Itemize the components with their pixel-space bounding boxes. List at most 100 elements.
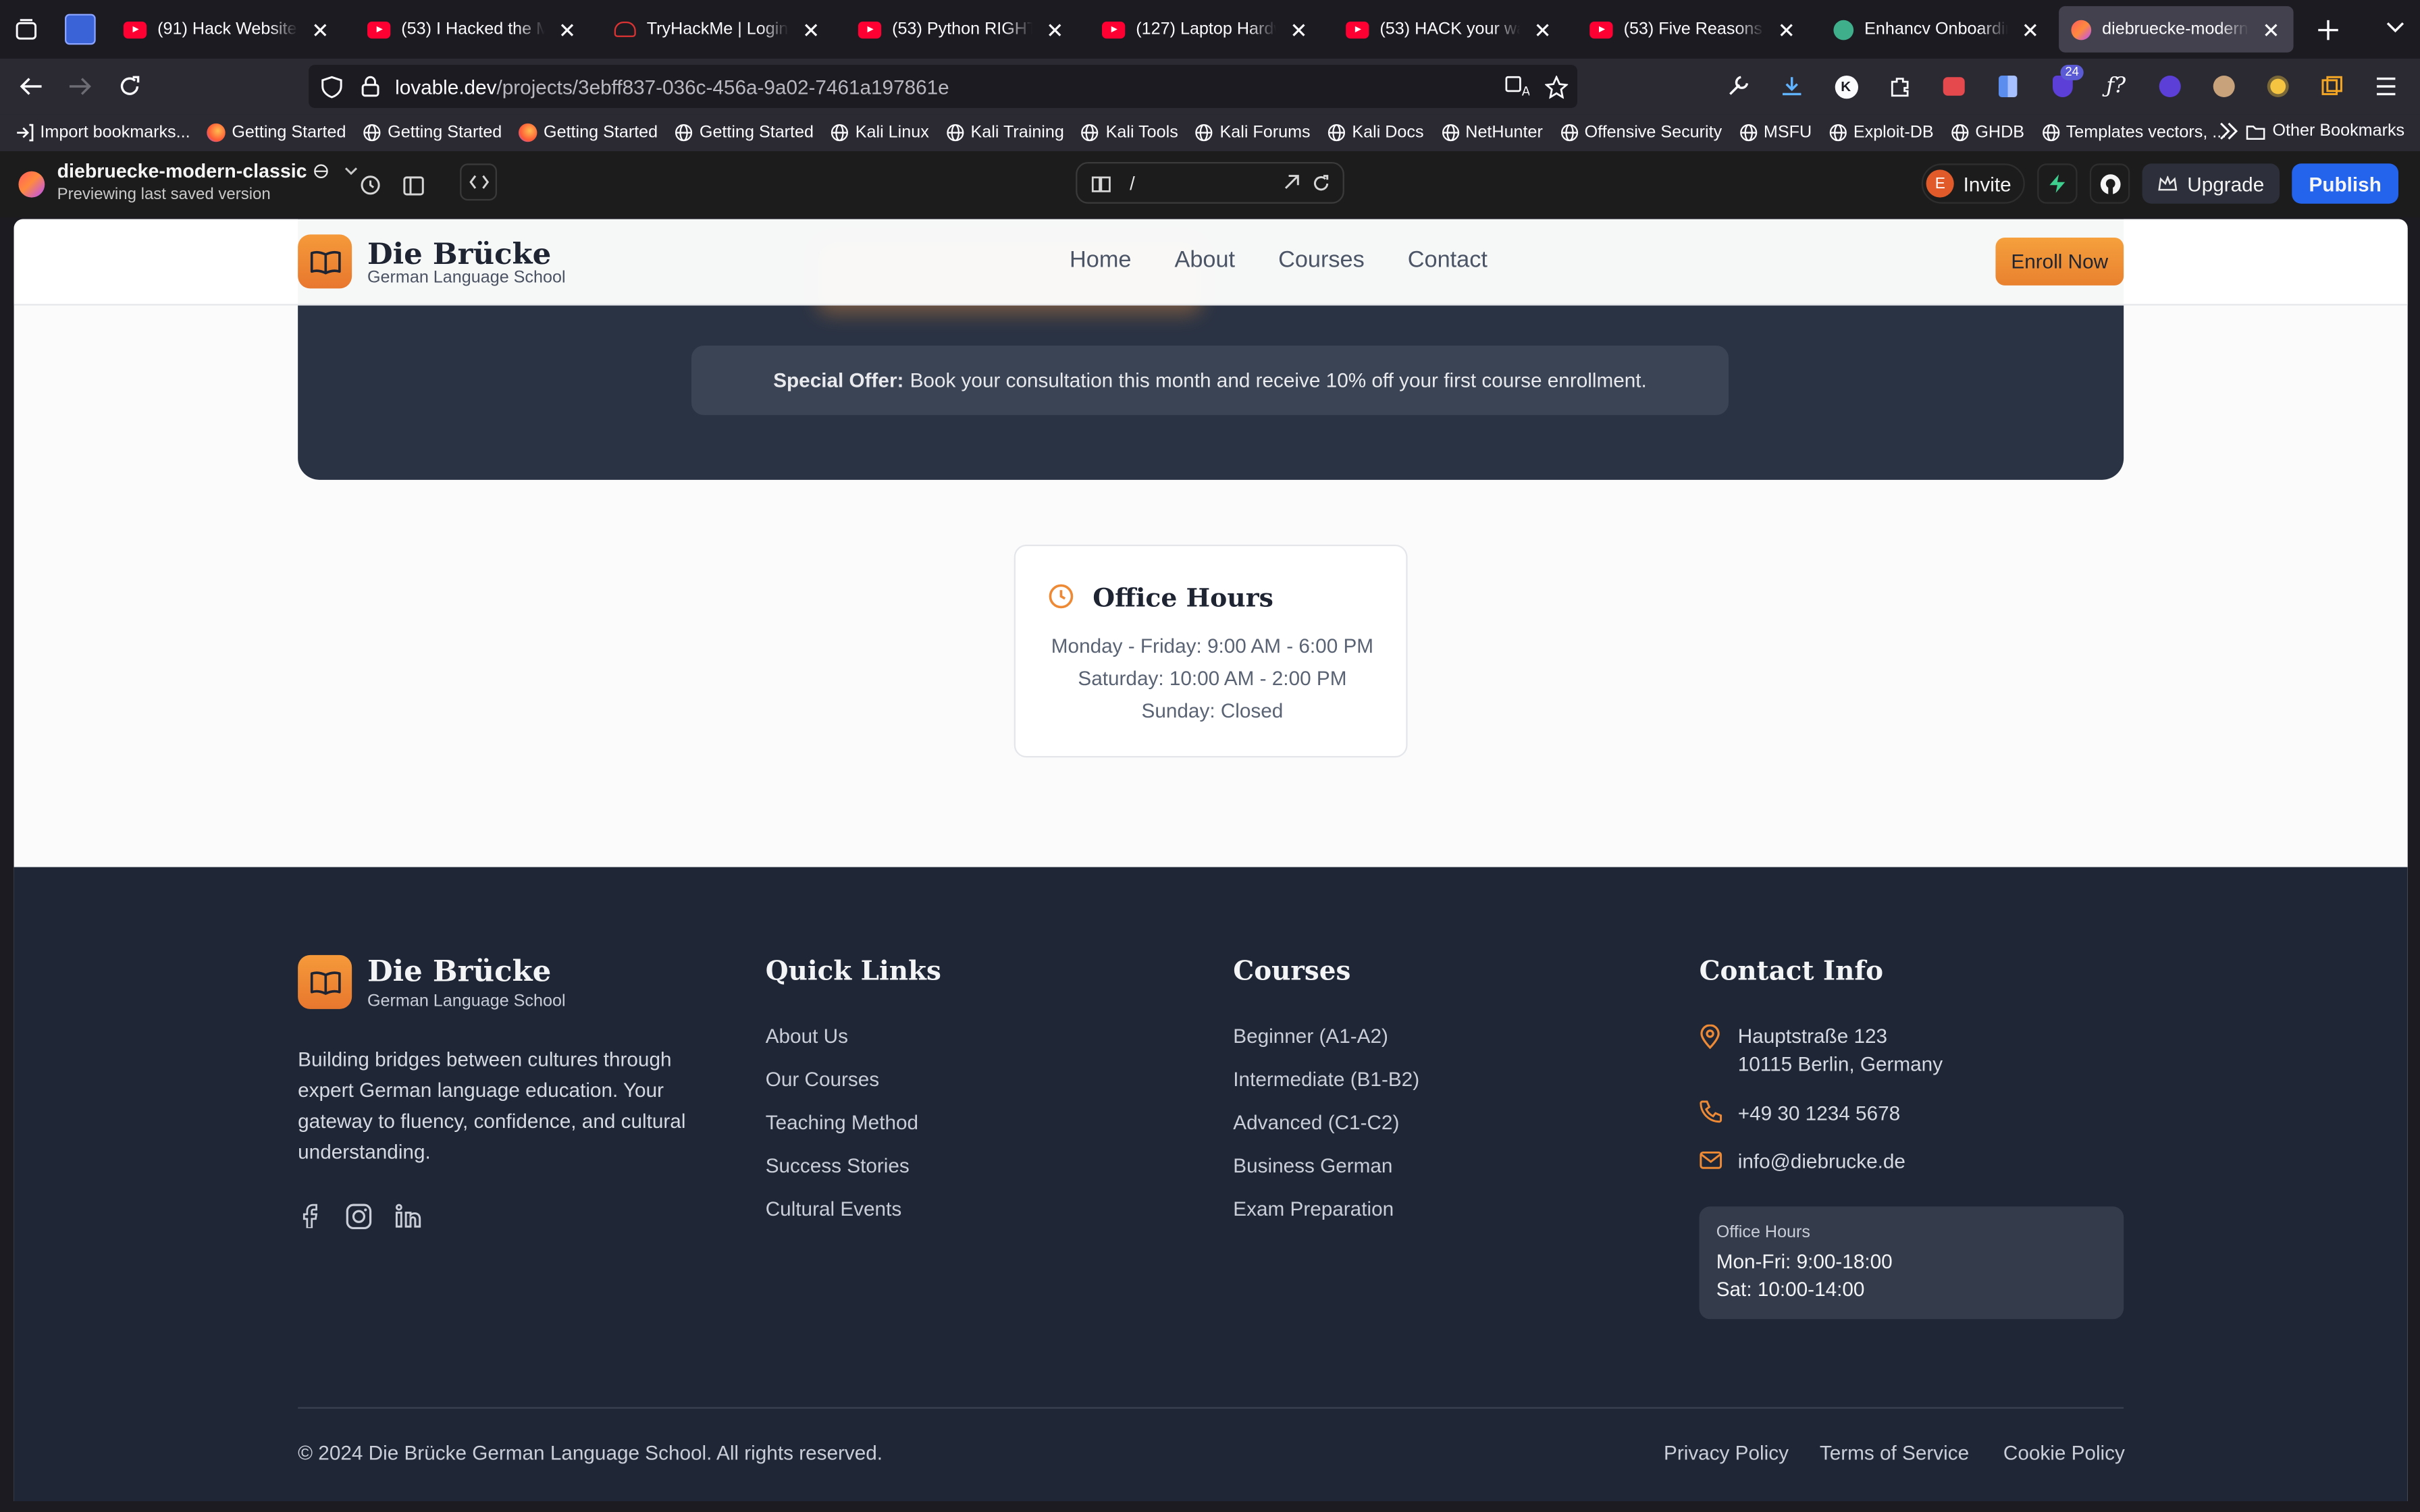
privacy-policy-link[interactable]: Privacy Policy — [1664, 1441, 1789, 1464]
supabase-button[interactable] — [2037, 163, 2078, 204]
close-icon[interactable] — [1531, 18, 1552, 40]
linkedin-icon[interactable] — [392, 1200, 423, 1231]
footer-course-beginner[interactable]: Beginner (A1-A2) — [1233, 1025, 1388, 1048]
forward-arrow-icon[interactable] — [55, 61, 105, 111]
footer-link-cultural-events[interactable]: Cultural Events — [766, 1197, 902, 1220]
owl-extension-icon[interactable] — [2199, 65, 2248, 108]
bookmark-offensive-security[interactable]: Offensive Security — [1560, 124, 1722, 142]
footer-link-our-courses[interactable]: Our Courses — [766, 1068, 879, 1091]
footer-course-intermediate[interactable]: Intermediate (B1-B2) — [1233, 1068, 1419, 1091]
nav-courses[interactable]: Courses — [1278, 247, 1365, 273]
footer-link-teaching-method[interactable]: Teaching Method — [766, 1111, 918, 1134]
terms-of-service-link[interactable]: Terms of Service — [1820, 1441, 1969, 1464]
footer-course-exam-prep[interactable]: Exam Preparation — [1233, 1197, 1394, 1220]
puzzle-extension-icon[interactable] — [1875, 65, 1924, 108]
close-icon[interactable] — [799, 18, 821, 40]
nav-about[interactable]: About — [1174, 247, 1235, 273]
wrench-icon[interactable] — [1713, 65, 1762, 108]
pinned-tab-icon[interactable] — [65, 14, 96, 45]
book-extension-icon[interactable] — [1983, 65, 2032, 108]
bookmark-kali-tools[interactable]: Kali Tools — [1081, 124, 1178, 142]
shield-icon[interactable] — [321, 75, 342, 98]
footer-phone[interactable]: +49 30 1234 5678 — [1738, 1100, 1900, 1128]
download-manager-icon[interactable] — [2145, 65, 2194, 108]
tab-lovable-active[interactable]: diebruecke-modern-classic — [2059, 6, 2294, 53]
tab-youtube-laptop[interactable]: (127) Laptop Hardware — [1090, 6, 1321, 53]
hamburger-menu-icon[interactable] — [2361, 65, 2411, 108]
bookmark-kali-training[interactable]: Kali Training — [946, 124, 1064, 142]
bookmark-msfu[interactable]: MSFU — [1739, 124, 1812, 142]
footer-email[interactable]: info@diebrucke.de — [1738, 1148, 1905, 1176]
lock-icon[interactable] — [361, 76, 379, 97]
footer-link-success-stories[interactable]: Success Stories — [766, 1154, 910, 1177]
footer-link-about-us[interactable]: About Us — [766, 1025, 848, 1048]
close-icon[interactable] — [2019, 18, 2041, 40]
bookmark-kali-forums[interactable]: Kali Forums — [1195, 124, 1311, 142]
tab-youtube-python[interactable]: (53) Python RIGHT NOW — [846, 6, 1078, 53]
tab-enhancv[interactable]: Enhancv Onboarding — [1821, 6, 2053, 53]
bookmark-getting-started-1[interactable]: Getting Started — [207, 123, 346, 142]
enroll-now-button[interactable]: Enroll Now — [1995, 238, 2124, 286]
close-icon[interactable] — [556, 18, 577, 40]
brand-name[interactable]: Die Brücke — [367, 238, 551, 271]
shield-extension-icon[interactable]: 24 — [2037, 65, 2086, 108]
external-link-icon[interactable] — [1282, 174, 1299, 191]
bookmark-getting-started-3[interactable]: Getting Started — [519, 123, 658, 142]
tab-list-icon[interactable] — [0, 0, 53, 59]
window-extension-icon[interactable] — [2307, 65, 2357, 108]
bookmark-exploit-db[interactable]: Exploit-DB — [1829, 124, 1934, 142]
function-extension-icon[interactable]: ƒ? — [2091, 65, 2140, 108]
url-bar[interactable]: lovable.dev/projects/3ebff837-036c-456a-… — [309, 65, 1578, 108]
bookmark-nethunter[interactable]: NetHunter — [1441, 124, 1543, 142]
camera-extension-icon[interactable] — [1929, 65, 1978, 108]
close-icon[interactable] — [2259, 18, 2281, 40]
facebook-icon[interactable] — [295, 1200, 326, 1231]
reload-icon[interactable] — [105, 61, 154, 111]
invite-button[interactable]: E Invite — [1921, 163, 2026, 204]
bookmark-getting-started-4[interactable]: Getting Started — [675, 124, 814, 142]
reload-icon[interactable] — [1312, 173, 1330, 192]
k-extension-icon[interactable]: K — [1821, 65, 1870, 108]
close-icon[interactable] — [1287, 18, 1309, 40]
close-icon[interactable] — [1775, 18, 1797, 40]
sun-icon[interactable] — [2253, 65, 2303, 108]
cookie-policy-link[interactable]: Cookie Policy — [2003, 1441, 2125, 1464]
bookmark-ghdb[interactable]: GHDB — [1951, 124, 2024, 142]
footer-course-business[interactable]: Business German — [1233, 1154, 1392, 1177]
nav-home[interactable]: Home — [1070, 247, 1131, 273]
translate-icon[interactable]: A — [1505, 75, 1529, 98]
bookmark-templates-vectors[interactable]: Templates vectors, ... — [2041, 124, 2226, 142]
publish-button[interactable]: Publish — [2292, 163, 2399, 204]
history-icon[interactable] — [353, 168, 387, 202]
bookmark-kali-docs[interactable]: Kali Docs — [1327, 124, 1424, 142]
other-bookmarks[interactable]: Other Bookmarks — [2246, 122, 2404, 140]
nav-contact[interactable]: Contact — [1408, 247, 1488, 273]
chevron-down-icon[interactable] — [2386, 14, 2404, 42]
bookmark-getting-started-2[interactable]: Getting Started — [363, 124, 502, 142]
lovable-logo-icon[interactable] — [18, 171, 45, 198]
upgrade-button[interactable]: Upgrade — [2142, 163, 2280, 204]
project-name-dropdown[interactable]: diebruecke-modern-classic — [57, 161, 358, 182]
star-icon[interactable] — [1545, 74, 1569, 99]
close-icon[interactable] — [1043, 18, 1065, 40]
sidebar-toggle-icon[interactable] — [396, 168, 430, 202]
github-button[interactable] — [2090, 163, 2130, 204]
code-view-button[interactable] — [460, 163, 498, 201]
download-icon[interactable] — [1767, 65, 1816, 108]
tab-youtube-i-hacked[interactable]: (53) I Hacked the Most — [355, 6, 589, 53]
book-logo-icon[interactable] — [298, 234, 352, 289]
book-logo-icon[interactable] — [298, 954, 352, 1009]
new-tab-button[interactable] — [2306, 7, 2349, 51]
close-icon[interactable] — [309, 18, 330, 40]
bookmark-import[interactable]: Import bookmarks... — [16, 124, 190, 142]
chevron-double-right-icon[interactable] — [2219, 122, 2238, 145]
footer-course-advanced[interactable]: Advanced (C1-C2) — [1233, 1111, 1399, 1134]
tab-youtube-hack-website[interactable]: (91) Hack Website Data — [111, 6, 343, 53]
back-arrow-icon[interactable] — [6, 61, 55, 111]
tab-youtube-hack-way[interactable]: (53) HACK your way into — [1334, 6, 1565, 53]
tab-tryhackme[interactable]: TryHackMe | Login — [602, 6, 833, 53]
route-input[interactable]: / — [1076, 162, 1344, 204]
instagram-icon[interactable] — [342, 1200, 373, 1231]
bookmark-kali-linux[interactable]: Kali Linux — [831, 124, 929, 142]
tab-youtube-five-reasons[interactable]: (53) Five Reasons Why — [1577, 6, 1809, 53]
